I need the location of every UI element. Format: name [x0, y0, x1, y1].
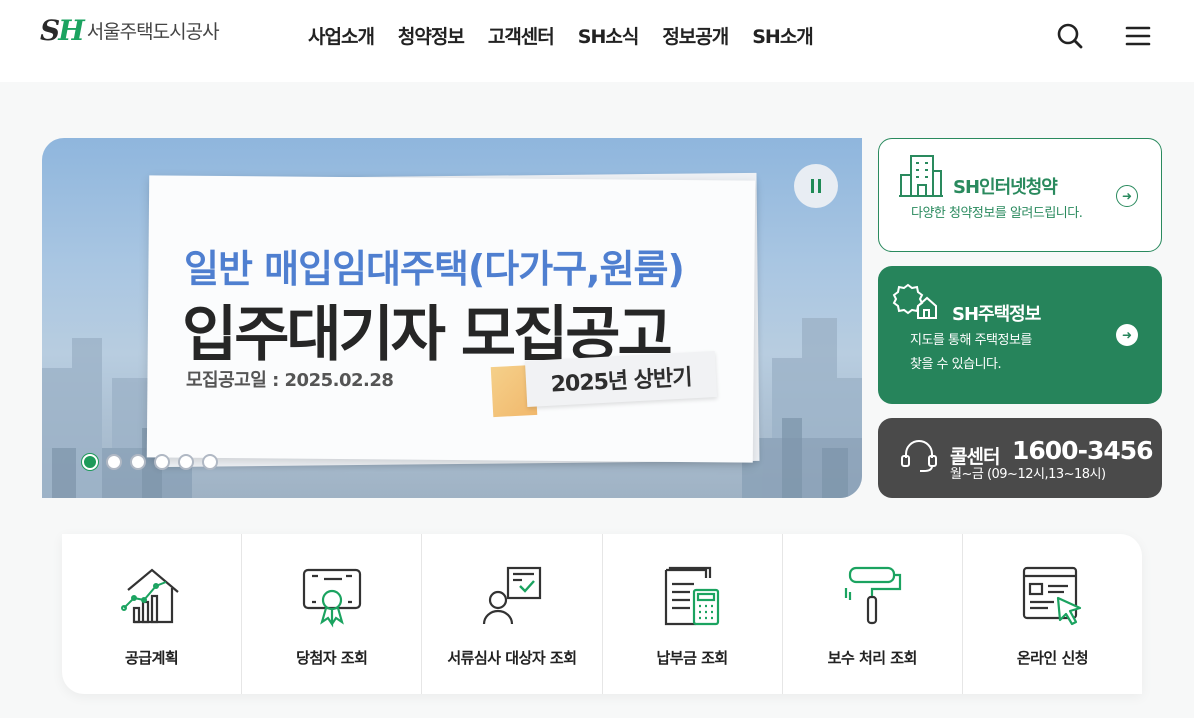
slide-dot-1[interactable]	[82, 454, 98, 470]
internet-subscription-panel[interactable]: SH인터넷청약 다양한 청약정보를 알려드립니다. ➜	[878, 138, 1162, 252]
main-nav: 사업소개 청약정보 고객센터 SH소식 정보공개 SH소개	[308, 22, 814, 49]
paint-roller-icon	[845, 566, 902, 625]
quick-menu-label: 보수 처리 조회	[827, 649, 918, 667]
quick-menu-repair-lookup[interactable]: 보수 처리 조회	[783, 534, 963, 694]
site-logo[interactable]: SH 서울주택도시공사	[40, 14, 220, 47]
call-center-panel[interactable]: 콜센터 1600-3456 월~금 (09~12시,13~18시)	[878, 418, 1162, 498]
search-icon[interactable]	[1056, 22, 1084, 50]
logo-mark: SH	[40, 14, 85, 47]
online-form-icon	[1023, 566, 1082, 626]
slide-pagination	[82, 454, 218, 470]
certificate-icon	[302, 568, 361, 628]
pause-icon	[811, 179, 821, 193]
quick-menu-label: 서류심사 대상자 조회	[447, 649, 577, 667]
arrow-right-icon: ➜	[1116, 185, 1138, 207]
slide-dot-2[interactable]	[106, 454, 122, 470]
nav-item-customer-center[interactable]: 고객센터	[488, 22, 555, 49]
house-chart-icon	[120, 568, 179, 624]
quick-menu-payment-lookup[interactable]: 납부금 조회	[603, 534, 783, 694]
banner-subtitle: 일반 매입임대주택(다가구,원룸)	[184, 247, 685, 291]
arrow-right-icon: ➜	[1116, 324, 1138, 346]
quick-menu-label: 당첨자 조회	[296, 649, 368, 667]
person-document-icon	[482, 566, 542, 625]
quick-menu-winner-lookup[interactable]: 당첨자 조회	[242, 534, 423, 694]
nav-item-news[interactable]: SH소식	[578, 22, 640, 49]
housing-info-panel[interactable]: SH주택정보 지도를 통해 주택정보를 찾을 수 있습니다. ➜	[878, 266, 1162, 404]
banner-date: 모집공고일 : 2025.02.28	[186, 370, 394, 391]
nav-item-subscription[interactable]: 청약정보	[398, 22, 465, 49]
quick-menu-document-review[interactable]: 서류심사 대상자 조회	[422, 534, 603, 694]
gear-house-icon	[892, 283, 937, 319]
call-center-number[interactable]: 1600-3456	[1012, 436, 1154, 465]
panel-title: SH인터넷청약	[953, 177, 1058, 198]
quick-menu-label: 공급계획	[124, 649, 179, 667]
main-banner-slide[interactable]: 일반 매입임대주택(다가구,원룸) 입주대기자 모집공고 모집공고일 : 202…	[42, 138, 862, 498]
site-header: SH 서울주택도시공사 사업소개 청약정보 고객센터 SH소식 정보공개 SH소…	[0, 0, 1194, 82]
panel-title: SH주택정보	[952, 304, 1041, 325]
panel-desc-line1: 지도를 통해 주택정보를	[910, 333, 1032, 348]
quick-menu: 공급계획 당첨자 조회 서류심사 대상자 조회 납부금 조회 보수 처리 조회 …	[62, 534, 1142, 694]
panel-desc-line2: 찾을 수 있습니다.	[910, 357, 1002, 372]
nav-item-disclosure[interactable]: 정보공개	[662, 22, 729, 49]
slide-pause-button[interactable]	[794, 164, 838, 208]
hamburger-menu-icon[interactable]	[1124, 24, 1152, 48]
headset-icon	[901, 440, 937, 472]
slide-dot-5[interactable]	[178, 454, 194, 470]
slide-dot-3[interactable]	[130, 454, 146, 470]
quick-menu-label: 온라인 신청	[1016, 649, 1089, 667]
building-icon	[899, 155, 943, 197]
panel-desc: 다양한 청약정보를 알려드립니다.	[911, 206, 1083, 221]
logo-text: 서울주택도시공사	[86, 21, 220, 43]
quick-menu-supply-plan[interactable]: 공급계획	[62, 534, 243, 694]
nav-item-about[interactable]: SH소개	[752, 22, 814, 49]
slide-dot-6[interactable]	[202, 454, 218, 470]
quick-menu-online-application[interactable]: 온라인 신청	[963, 534, 1142, 694]
calculator-icon	[664, 566, 720, 626]
slide-dot-4[interactable]	[154, 454, 170, 470]
nav-item-business[interactable]: 사업소개	[308, 22, 375, 49]
call-center-hours: 월~금 (09~12시,13~18시)	[950, 467, 1106, 482]
quick-menu-label: 납부금 조회	[656, 649, 728, 667]
